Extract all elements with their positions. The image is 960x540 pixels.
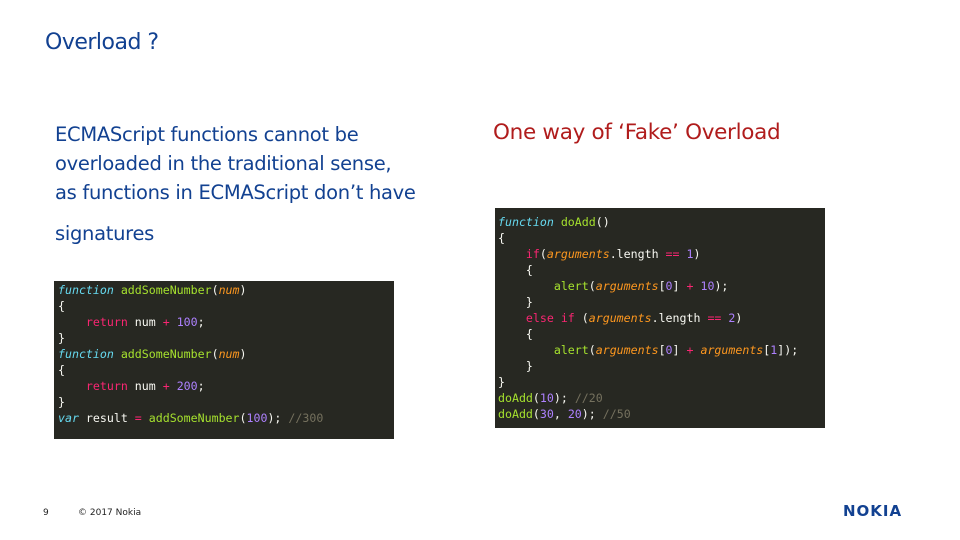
code-line: } <box>58 331 65 345</box>
code-line: alert(arguments[0] + 10); <box>553 279 729 293</box>
code-line: } <box>498 375 505 389</box>
code-line: function doAdd() <box>498 215 610 229</box>
code-line: { <box>498 231 505 245</box>
description-line-1: ECMAScript functions cannot be <box>55 123 359 146</box>
code-line: else if (arguments.length == 2) <box>525 311 743 325</box>
code-line: function addSomeNumber(num) <box>58 283 247 297</box>
code-line: } <box>498 359 533 373</box>
code-line: doAdd(10); //20 <box>498 391 603 405</box>
code-line: { <box>498 327 533 341</box>
fake-overload-heading: One way of ‘Fake’ Overload <box>493 120 781 145</box>
code-line: function addSomeNumber(num) <box>58 347 247 361</box>
nokia-logo: NOKIA <box>843 502 903 520</box>
code-line: { <box>58 299 65 313</box>
code-line: } <box>58 395 65 409</box>
description-text: ECMAScript functions cannot be overloade… <box>55 120 475 248</box>
description-line-4: signatures <box>55 222 155 245</box>
code-line: if(arguments.length == 1) <box>525 247 701 261</box>
code-line: { <box>58 363 65 377</box>
code-line: { <box>498 263 533 277</box>
code-line: return num + 200; <box>85 379 205 393</box>
slide-title: Overload ? <box>45 30 159 55</box>
code-line: doAdd(30, 20); //50 <box>498 407 631 421</box>
code-line: var result = addSomeNumber(100); //300 <box>58 411 324 425</box>
code-line: } <box>498 295 533 309</box>
code-line: return num + 100; <box>85 315 205 329</box>
page-number: 9 <box>43 508 49 518</box>
code-line: alert(arguments[0] + arguments[1]); <box>553 343 799 357</box>
description-line-3: as functions in ECMAScript don’t have <box>55 181 416 204</box>
copyright-text: © 2017 Nokia <box>78 508 142 518</box>
code-block-overload: function addSomeNumber(num) { return num… <box>54 281 394 439</box>
description-line-2: overloaded in the traditional sense, <box>55 152 392 175</box>
code-block-fake-overload: function doAdd() { if(arguments.length =… <box>495 208 825 428</box>
